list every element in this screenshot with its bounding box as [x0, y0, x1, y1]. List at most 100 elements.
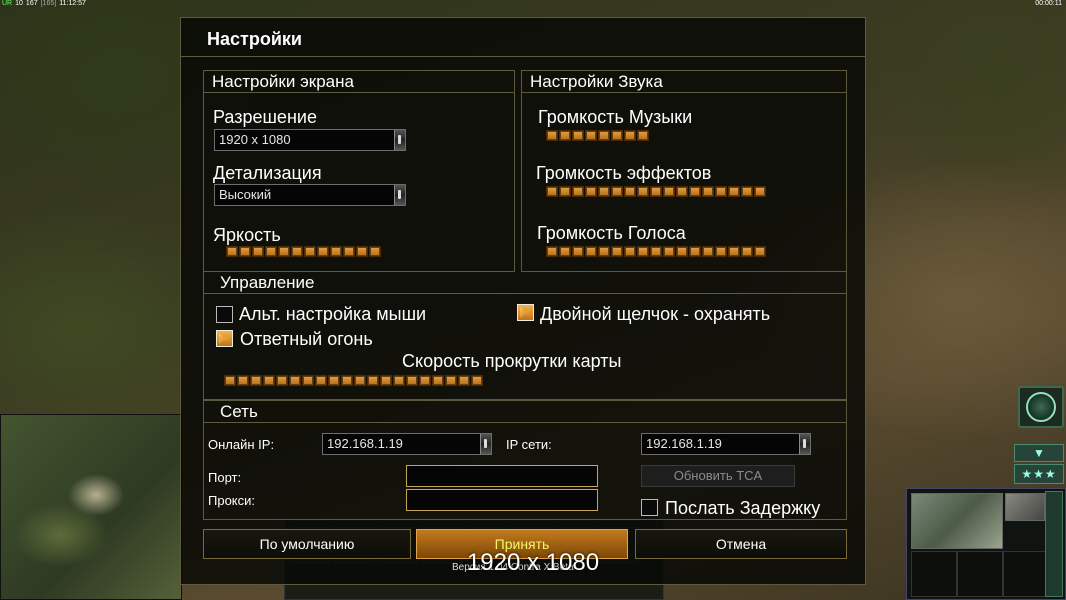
slider-segment [611, 130, 623, 141]
sound-settings-panel: Настройки Звука Громкость Музыки Громкос… [521, 70, 847, 272]
slider-segment [598, 130, 610, 141]
radar-button[interactable] [1018, 386, 1064, 428]
slider-segment [624, 246, 636, 257]
slider-segment [380, 375, 392, 386]
down-arrow-button[interactable]: ▼ [1014, 444, 1064, 462]
lan-ip-dropdown[interactable]: 192.168.1.19 [641, 433, 811, 455]
slider-segment [611, 246, 623, 257]
port-input[interactable] [406, 465, 598, 487]
dropdown-scroll-icon[interactable] [394, 130, 405, 150]
dropdown-scroll-icon[interactable] [799, 434, 810, 454]
slider-segment [341, 375, 353, 386]
slider-segment [546, 246, 558, 257]
slider-segment [598, 246, 610, 257]
radar-icon [1026, 392, 1056, 422]
slider-segment [741, 186, 753, 197]
resolution-dropdown[interactable]: 1920 x 1080 [214, 129, 406, 151]
slider-segment [559, 246, 571, 257]
slider-segment [650, 186, 662, 197]
hud-clock: 11:12:57 [59, 0, 86, 7]
slider-segment [728, 246, 740, 257]
slider-segment [393, 375, 405, 386]
slider-segment [330, 246, 342, 257]
unit-panel [906, 488, 1066, 600]
effects-volume-label: Громкость эффектов [536, 163, 712, 183]
online-ip-dropdown[interactable]: 192.168.1.19 [322, 433, 492, 455]
title-divider [181, 56, 865, 57]
scroll-speed-slider[interactable] [224, 375, 483, 386]
slider-segment [702, 246, 714, 257]
slider-segment [663, 246, 675, 257]
slider-segment [406, 375, 418, 386]
slider-segment [354, 375, 366, 386]
screen-settings-panel: Настройки экрана Разрешение 1920 x 1080 … [203, 70, 515, 272]
effects-volume-slider[interactable] [546, 186, 766, 197]
slider-segment [458, 375, 470, 386]
proxy-label: Прокси: [208, 493, 256, 508]
slider-segment [224, 375, 236, 386]
detail-dropdown[interactable]: Высокий [214, 184, 406, 206]
slider-segment [754, 186, 766, 197]
slider-segment [728, 186, 740, 197]
network-heading: Сеть [204, 401, 846, 423]
music-volume-slider[interactable] [546, 130, 649, 141]
alt-mouse-label[interactable]: Альт. настройка мыши [239, 304, 426, 325]
scroll-speed-label: Скорость прокрутки карты [402, 351, 622, 371]
settings-dialog: Настройки Настройки экрана Разрешение 19… [180, 17, 866, 585]
network-panel: Сеть Онлайн IP: 192.168.1.19 IP сети: 19… [203, 400, 847, 520]
music-volume-label: Громкость Музыки [538, 107, 693, 127]
slider-segment [546, 186, 558, 197]
slider-segment [546, 130, 558, 141]
slider-segment [367, 375, 379, 386]
send-delay-label[interactable]: Послать Задержку [665, 498, 820, 519]
update-tca-button[interactable]: Обновить TCA [641, 465, 795, 487]
slider-segment [559, 186, 571, 197]
unit-portrait[interactable] [911, 493, 1003, 549]
slider-segment [369, 246, 381, 257]
detail-label: Детализация [213, 163, 322, 183]
hud-count: 10 [15, 0, 23, 7]
slider-segment [637, 186, 649, 197]
slider-segment [419, 375, 431, 386]
slider-segment [302, 375, 314, 386]
unit-portrait-secondary[interactable] [1005, 493, 1045, 521]
slider-segment [252, 246, 264, 257]
resolution-label: Разрешение [213, 107, 317, 127]
slider-segment [715, 186, 727, 197]
voice-volume-slider[interactable] [546, 246, 766, 257]
slider-segment [689, 186, 701, 197]
slider-segment [317, 246, 329, 257]
alt-mouse-checkbox[interactable] [216, 306, 233, 323]
slider-segment [598, 186, 610, 197]
dropdown-scroll-icon[interactable] [394, 185, 405, 205]
port-label: Порт: [208, 470, 242, 485]
unit-side-bar [1045, 491, 1063, 597]
slider-segment [741, 246, 753, 257]
retaliation-label[interactable]: Ответный огонь [240, 329, 373, 350]
slider-segment [291, 246, 303, 257]
resolution-value: 1920 x 1080 [219, 132, 291, 147]
send-delay-checkbox[interactable] [641, 499, 658, 516]
resolution-overlay: 1920 x 1080 [466, 549, 600, 576]
slider-segment [559, 130, 571, 141]
hud-ur: UR [2, 0, 13, 7]
brightness-slider[interactable] [226, 246, 381, 257]
slider-segment [572, 130, 584, 141]
sound-settings-heading: Настройки Звука [522, 71, 846, 93]
lan-ip-value: 192.168.1.19 [646, 436, 722, 451]
dropdown-scroll-icon[interactable] [480, 434, 491, 454]
slider-segment [356, 246, 368, 257]
slider-segment [289, 375, 301, 386]
proxy-input[interactable] [406, 489, 598, 511]
double-click-label[interactable]: Двойной щелчок - охранять [540, 304, 770, 325]
slider-segment [239, 246, 251, 257]
double-click-checkbox[interactable] [517, 304, 534, 321]
slider-segment [226, 246, 238, 257]
slider-segment [585, 130, 597, 141]
rank-stars-button[interactable]: ★★★ [1014, 464, 1064, 484]
slider-segment [585, 186, 597, 197]
slider-segment [432, 375, 444, 386]
slider-segment [276, 375, 288, 386]
slider-segment [754, 246, 766, 257]
retaliation-checkbox[interactable] [216, 330, 233, 347]
